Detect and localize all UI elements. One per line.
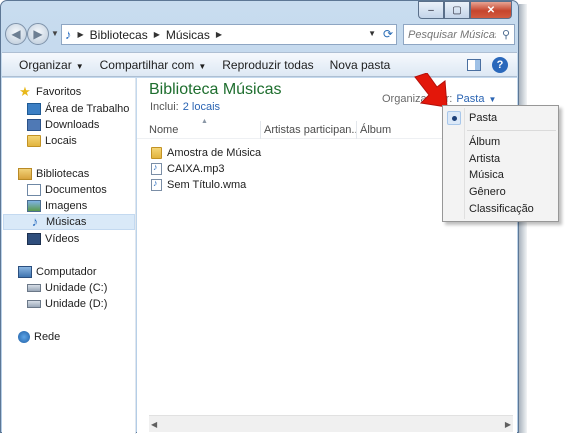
close-button[interactable]: ✕ [470, 1, 512, 19]
audio-file-icon [151, 178, 162, 191]
menu-item-artista[interactable]: Artista [469, 153, 500, 165]
column-album[interactable]: Álbum [357, 121, 437, 139]
back-arrow-icon: ◀ [11, 27, 21, 41]
menu-separator [467, 130, 556, 131]
search-icon[interactable]: ⚲ [502, 28, 510, 41]
nav-label: Vídeos [45, 233, 80, 245]
new-folder-button[interactable]: Nova pasta [330, 58, 391, 72]
chevron-down-icon[interactable]: ▼ [488, 95, 496, 104]
includes-label: Inclui: [150, 101, 179, 113]
recent-pages-dropdown-icon[interactable]: ▼ [51, 29, 59, 38]
address-bar[interactable]: ♪ ▶ Bibliotecas ▶ Músicas ▶ ▼ ⟳ [61, 24, 397, 45]
audio-file-icon [151, 162, 162, 175]
music-icon: ♪ [31, 214, 39, 229]
back-button[interactable]: ◀ [5, 23, 27, 45]
search-input[interactable] [408, 28, 496, 41]
breadcrumb-separator-icon[interactable]: ▶ [154, 30, 160, 39]
preview-pane-button[interactable] [465, 56, 483, 74]
computer-icon [18, 266, 32, 278]
list-item[interactable]: Amostra de Música [151, 145, 261, 161]
library-includes: Inclui: 2 locais [150, 101, 220, 113]
play-all-button[interactable]: Reproduzir todas [222, 58, 313, 72]
drive-icon [27, 300, 41, 308]
library-music-icon: ♪ [65, 27, 72, 42]
arrange-by-menu: Pasta Álbum Artista Música Gênero Classi… [442, 105, 559, 222]
breadcrumb-separator-icon[interactable]: ▶ [216, 30, 222, 39]
recent-places-icon [27, 135, 41, 147]
file-name: CAIXA.mp3 [167, 163, 225, 175]
library-title: Biblioteca Músicas [149, 81, 282, 98]
organize-label: Organizar [19, 57, 72, 72]
caption-buttons: – ▢ ✕ [418, 1, 512, 19]
downloads-icon [27, 119, 41, 131]
chevron-down-icon: ▼ [198, 61, 207, 71]
file-name: Sem Título.wma [167, 179, 247, 191]
menu-item-classificacao[interactable]: Classificação [469, 203, 534, 215]
nav-computer[interactable]: Computador [18, 264, 150, 280]
minimize-button[interactable]: – [418, 1, 444, 19]
libraries-icon [18, 168, 32, 180]
folder-icon [151, 147, 162, 159]
nav-label: Músicas [46, 216, 87, 228]
scroll-right-icon[interactable]: ▶ [505, 420, 511, 429]
chevron-down-icon: ▼ [75, 61, 84, 71]
forward-arrow-icon: ▶ [33, 27, 43, 41]
breadcrumb-bibliotecas[interactable]: Bibliotecas [90, 28, 148, 42]
network-icon [18, 331, 30, 343]
menu-item-pasta[interactable]: Pasta [469, 112, 497, 124]
videos-icon [27, 233, 41, 245]
nav-libraries[interactable]: Bibliotecas [18, 166, 150, 182]
drive-icon [27, 284, 41, 292]
nav-favorites[interactable]: ★ Favoritos [18, 84, 150, 100]
navigation-pane: ★ Favoritos Área de Trabalho Downloads Lo… [2, 78, 136, 434]
refresh-icon[interactable]: ⟳ [383, 27, 393, 41]
nav-label: Bibliotecas [36, 168, 90, 180]
breadcrumb-musicas[interactable]: Músicas [166, 28, 210, 42]
column-name[interactable]: Nome [137, 120, 261, 139]
preview-pane-icon [467, 59, 481, 71]
nav-label: Computador [36, 266, 97, 278]
forward-button[interactable]: ▶ [27, 23, 49, 45]
nav-label: Documentos [45, 184, 107, 196]
list-item[interactable]: Sem Título.wma [151, 177, 246, 193]
nav-music[interactable]: ♪ Músicas [3, 214, 135, 230]
address-row: ◀ ▶ ▼ ♪ ▶ Bibliotecas ▶ Músicas ▶ ▼ ⟳ ⚲ [5, 23, 516, 47]
column-contributing-artists[interactable]: Artistas participan... [261, 120, 357, 139]
pictures-icon [27, 200, 41, 212]
selected-radio-icon [447, 111, 461, 125]
nav-label: Unidade (D:) [45, 298, 108, 310]
menu-gutter [464, 108, 465, 219]
nav-label: Locais [45, 135, 77, 147]
list-item[interactable]: CAIXA.mp3 [151, 161, 224, 177]
documents-icon [27, 184, 41, 196]
file-name: Amostra de Música [167, 147, 262, 159]
organize-menu[interactable]: Organizar ▼ [19, 58, 84, 72]
menu-item-genero[interactable]: Gênero [469, 186, 506, 198]
menu-item-musica[interactable]: Música [469, 169, 504, 181]
share-menu[interactable]: Compartilhar com ▼ [100, 58, 207, 72]
scroll-left-icon[interactable]: ◀ [151, 420, 157, 429]
horizontal-scrollbar[interactable]: ◀ ▶ [149, 415, 513, 432]
address-dropdown-icon[interactable]: ▼ [368, 29, 376, 38]
nav-label: Downloads [45, 119, 100, 131]
star-icon: ★ [19, 84, 31, 99]
menu-item-album[interactable]: Álbum [469, 136, 500, 148]
breadcrumb-separator-icon[interactable]: ▶ [78, 30, 84, 39]
nav-label: Unidade (C:) [45, 282, 108, 294]
help-button[interactable]: ? [491, 56, 509, 74]
share-label: Compartilhar com [99, 57, 195, 72]
maximize-button[interactable]: ▢ [444, 1, 470, 19]
includes-locations-link[interactable]: 2 locais [183, 101, 220, 113]
search-box[interactable]: ⚲ [403, 24, 515, 45]
nav-label: Área de Trabalho [45, 103, 130, 115]
desktop-icon [27, 103, 41, 115]
arrange-by-dropdown[interactable]: Pasta [456, 93, 484, 105]
nav-label: Favoritos [36, 86, 82, 98]
nav-label: Rede [34, 331, 61, 343]
nav-label: Imagens [45, 200, 88, 212]
nav-network[interactable]: Rede [18, 329, 150, 345]
help-icon: ? [492, 57, 508, 73]
